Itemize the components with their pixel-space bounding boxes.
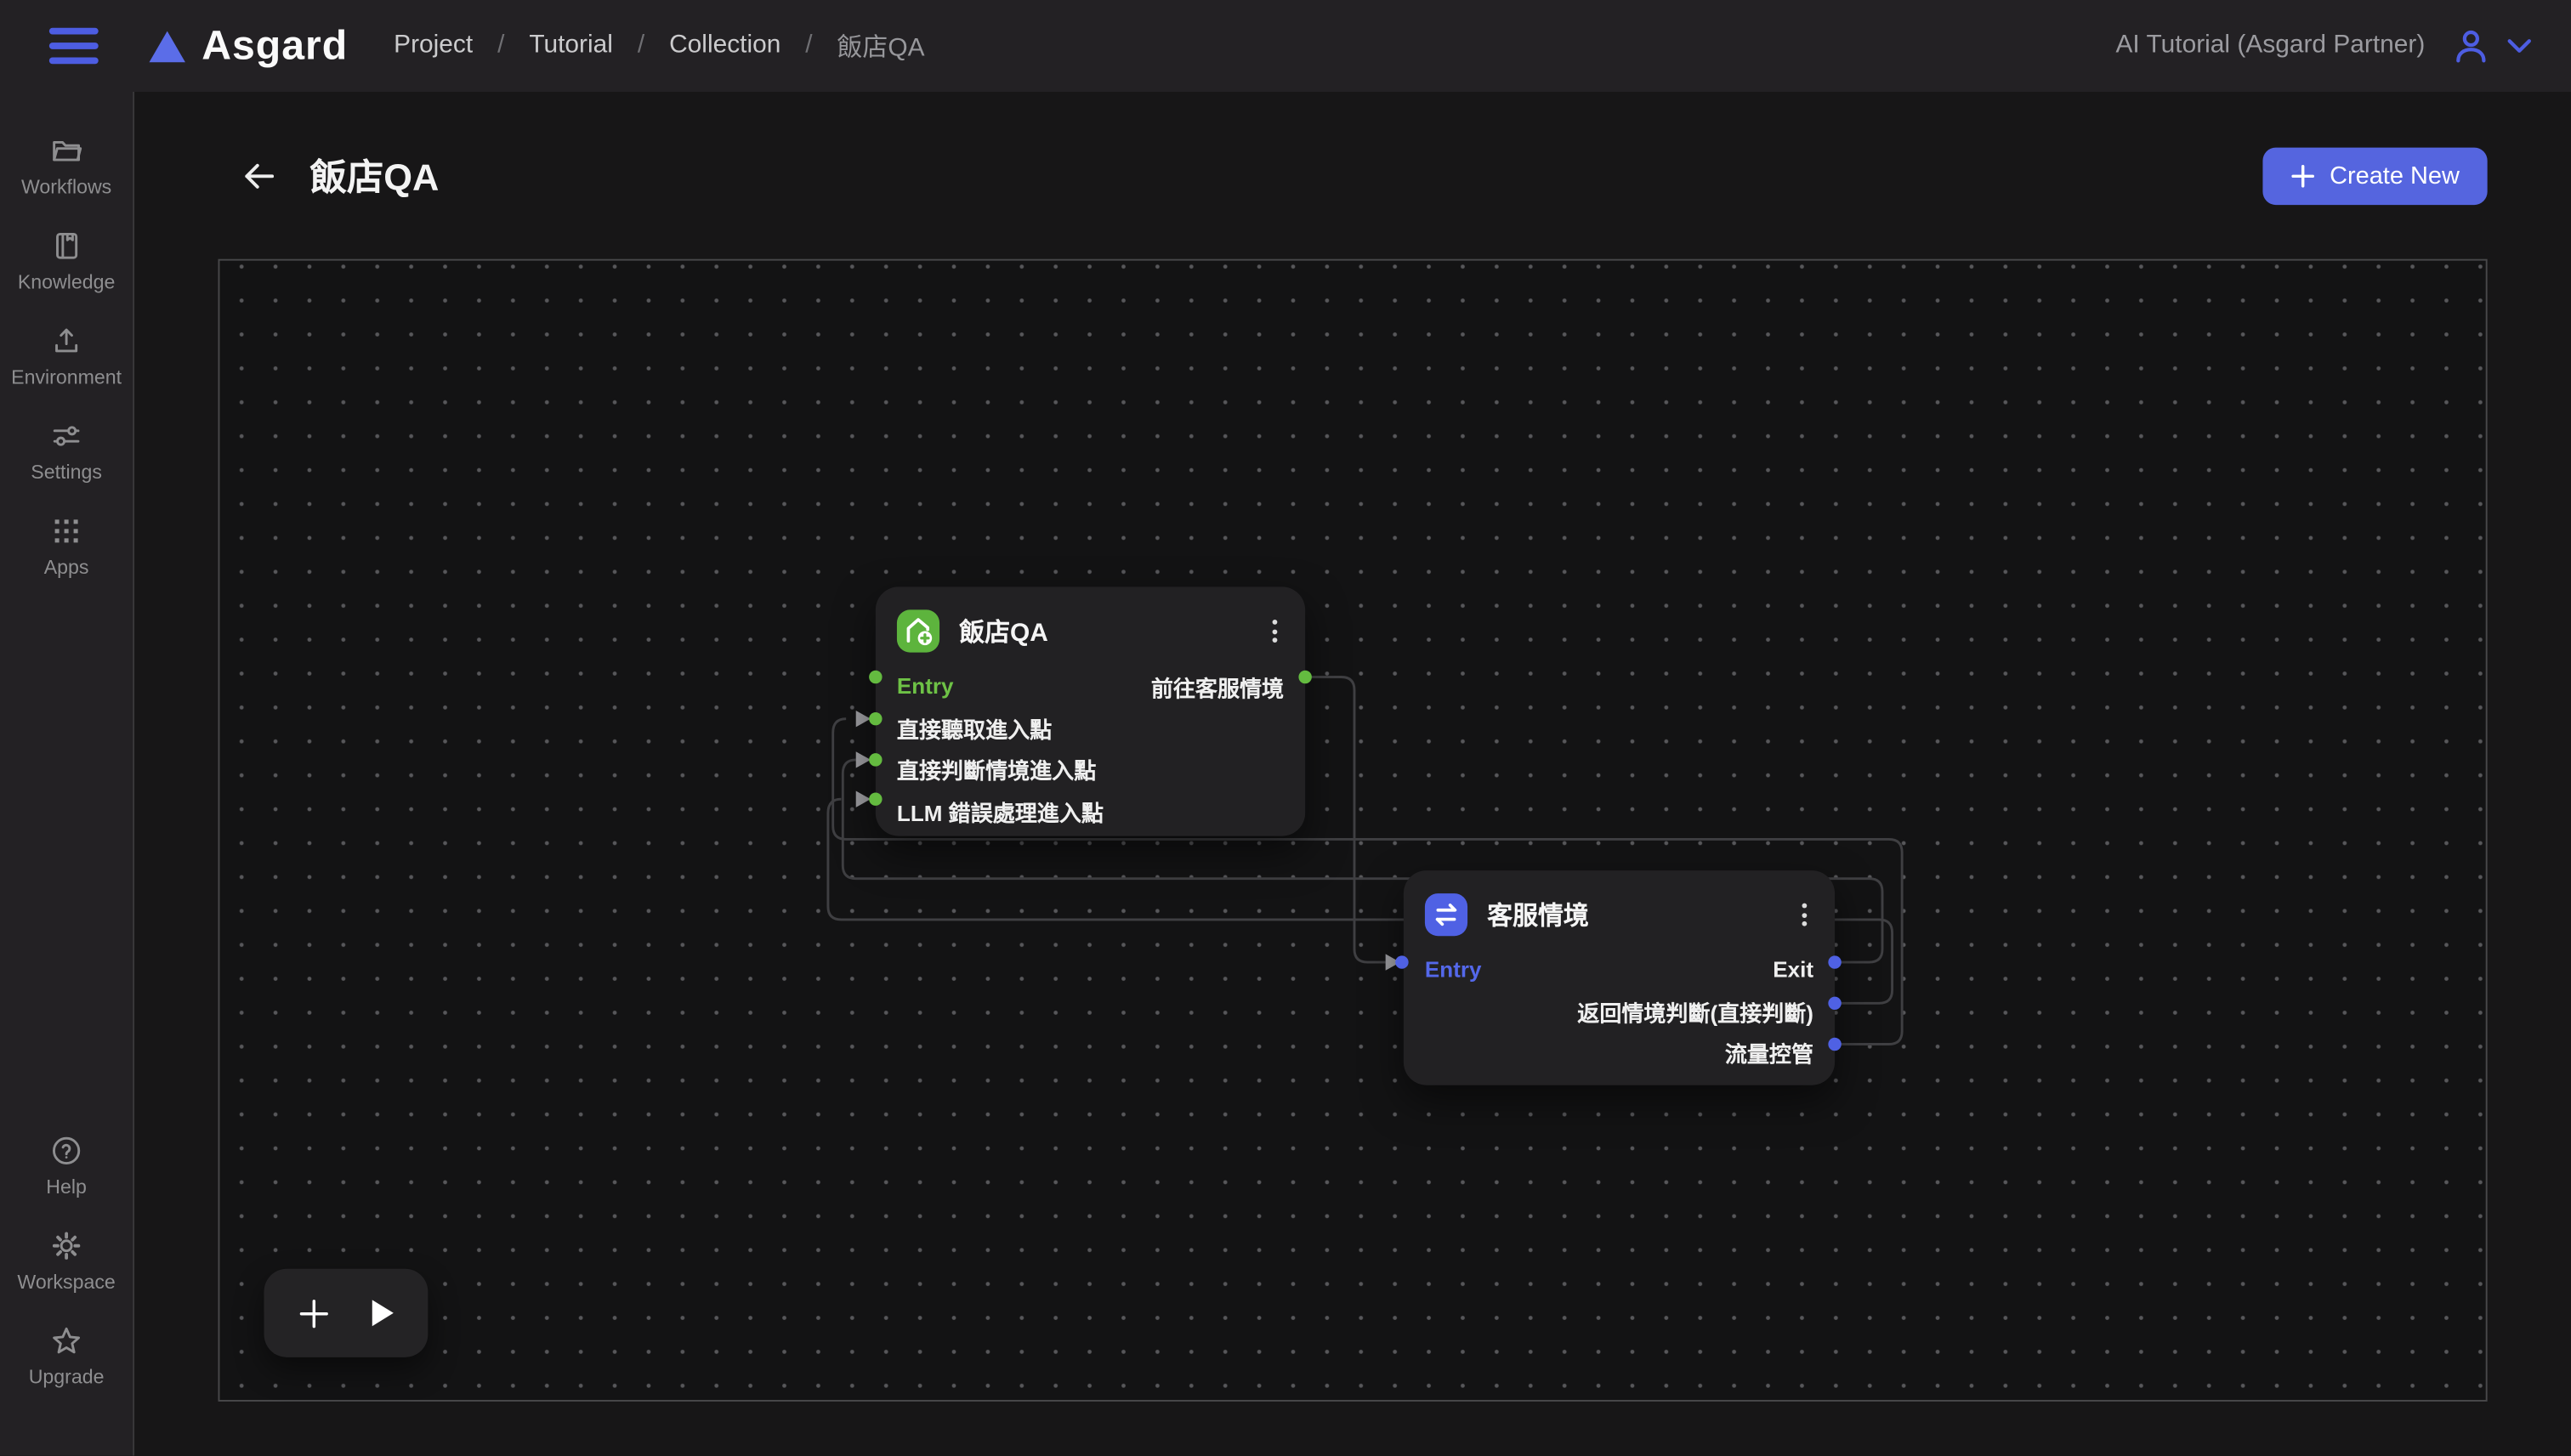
- sidebar-item-knowledge[interactable]: Knowledge: [0, 229, 133, 293]
- upload-icon: [49, 325, 84, 358]
- port-label-entry: Entry: [897, 674, 954, 699]
- kebab-menu-icon[interactable]: [1796, 897, 1813, 933]
- sidebar-item-label: Apps: [44, 556, 89, 579]
- kebab-menu-icon[interactable]: [1266, 613, 1284, 649]
- plus-icon: [298, 1297, 330, 1329]
- node-row: LLM 錯誤處理進入點: [876, 790, 1305, 832]
- port-label-llm-error: LLM 錯誤處理進入點: [897, 795, 1104, 828]
- brand-title[interactable]: Asgard: [201, 22, 348, 70]
- sidebar-item-settings[interactable]: Settings: [0, 420, 133, 484]
- breadcrumb-separator: /: [638, 31, 644, 61]
- apps-grid-icon: [49, 515, 84, 548]
- create-new-button[interactable]: Create New: [2262, 147, 2488, 205]
- page-title: 飯店QA: [309, 149, 439, 201]
- port-label-direct-listen: 直接聽取進入點: [897, 711, 1052, 745]
- sidebar-item-label: Environment: [11, 365, 122, 388]
- node-row: 返回情境判斷(直接判斷): [1404, 991, 1835, 1033]
- node-row: 直接判斷情境進入點: [876, 749, 1305, 790]
- chevron-down-icon[interactable]: [2507, 37, 2532, 54]
- main-area: 飯店QA Create New: [134, 92, 2571, 1456]
- sliders-icon: [49, 420, 84, 453]
- breadcrumb-collection[interactable]: Collection: [669, 31, 780, 61]
- create-new-label: Create New: [2330, 161, 2460, 190]
- sidebar-item-label: Workflows: [21, 175, 111, 198]
- account-area[interactable]: AI Tutorial (Asgard Partner): [2115, 26, 2531, 65]
- canvas-toolbar: [264, 1269, 428, 1357]
- sidebar-item-upgrade[interactable]: Upgrade: [0, 1324, 133, 1388]
- connection-wires: [219, 261, 2489, 1403]
- transfer-arrows-icon: [1425, 893, 1467, 936]
- port-label-flow-control: 流量控管: [1725, 1037, 1813, 1070]
- account-label: AI Tutorial (Asgard Partner): [2115, 31, 2425, 61]
- port-label-direct-judge: 直接判斷情境進入點: [897, 753, 1096, 786]
- top-navbar: Asgard Project / Tutorial / Collection /…: [0, 0, 2571, 92]
- sidebar-item-label: Knowledge: [18, 270, 116, 293]
- star-icon: [49, 1324, 84, 1357]
- person-icon[interactable]: [2451, 26, 2490, 65]
- port-label-exit: Exit: [1773, 958, 1813, 983]
- port-label-goto-service: 前往客服情境: [1151, 670, 1284, 703]
- sidebar-item-workflows[interactable]: Workflows: [0, 134, 133, 198]
- node-row: Entry 前往客服情境: [876, 666, 1305, 707]
- breadcrumb-separator: /: [497, 31, 504, 61]
- node-title: 客服情境: [1487, 897, 1589, 932]
- back-button[interactable]: [235, 152, 281, 198]
- workflow-node-service-scene[interactable]: 客服情境 Entry Exit 返回情境判斷(直接判斷) 流量控管: [1404, 870, 1835, 1085]
- port-label-entry: Entry: [1425, 958, 1482, 983]
- breadcrumb-current: 飯店QA: [837, 28, 925, 64]
- play-icon: [372, 1300, 394, 1326]
- breadcrumb: Project / Tutorial / Collection / 飯店QA: [394, 28, 924, 64]
- hamburger-icon[interactable]: [49, 28, 99, 64]
- app-root: Asgard Project / Tutorial / Collection /…: [0, 0, 2571, 1456]
- back-arrow-icon: [239, 156, 276, 194]
- node-row: Entry Exit: [1404, 949, 1835, 991]
- sidebar-item-label: Help: [46, 1176, 87, 1198]
- sidebar-item-label: Settings: [31, 461, 102, 484]
- node-title: 飯店QA: [959, 613, 1048, 649]
- breadcrumb-separator: /: [805, 31, 812, 61]
- sidebar-item-label: Upgrade: [29, 1365, 105, 1388]
- sidebar-item-workspace[interactable]: Workspace: [0, 1229, 133, 1293]
- sidebar-item-apps[interactable]: Apps: [0, 515, 133, 579]
- home-plus-icon: [897, 609, 939, 652]
- sidebar-item-help[interactable]: Help: [0, 1135, 133, 1198]
- gear-icon: [49, 1229, 84, 1262]
- sidebar-item-label: Workspace: [17, 1271, 115, 1294]
- workflow-node-hotel-qa[interactable]: 飯店QA Entry 前往客服情境 直接聽取進入點 直接判斷情境進入點: [876, 586, 1305, 836]
- breadcrumb-project[interactable]: Project: [394, 31, 473, 61]
- add-node-button[interactable]: [298, 1297, 330, 1329]
- triangle-logo-icon[interactable]: [148, 29, 187, 64]
- workflow-canvas[interactable]: 飯店QA Entry 前往客服情境 直接聽取進入點 直接判斷情境進入點: [219, 259, 2488, 1402]
- left-sidebar: Workflows Knowledge Environment: [0, 92, 134, 1456]
- help-circle-icon: [49, 1135, 84, 1168]
- sidebar-item-environment[interactable]: Environment: [0, 325, 133, 388]
- node-row: 流量控管: [1404, 1033, 1835, 1074]
- book-icon: [49, 229, 84, 263]
- breadcrumb-tutorial[interactable]: Tutorial: [529, 31, 613, 61]
- page-header: 飯店QA Create New: [134, 92, 2571, 259]
- folder-icon: [49, 134, 84, 167]
- run-button[interactable]: [372, 1300, 394, 1326]
- plus-icon: [2290, 163, 2315, 188]
- port-label-return-judge: 返回情境判斷(直接判斷): [1577, 995, 1813, 1028]
- node-row: 直接聽取進入點: [876, 707, 1305, 749]
